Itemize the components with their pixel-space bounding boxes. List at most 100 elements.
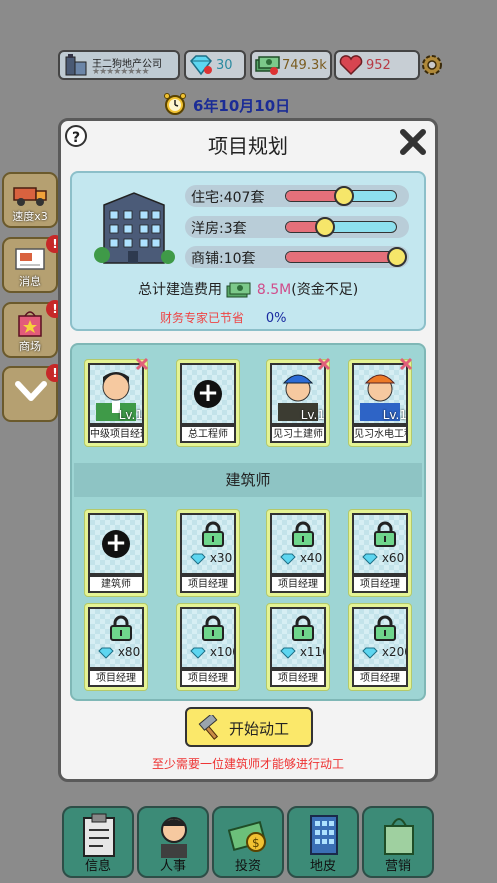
- nav-label: 投资: [234, 859, 261, 874]
- slider-track-villa[interactable]: [285, 221, 397, 233]
- date-text: 6年10月10日: [193, 97, 291, 115]
- sidebar-item-messages[interactable]: ! 消息: [2, 235, 64, 293]
- nav-label: 营销: [384, 859, 411, 874]
- slot-frame: x60: [352, 513, 408, 575]
- heart-value: 952: [366, 58, 391, 73]
- architect-slot-locked[interactable]: x200 项目经理: [348, 603, 412, 691]
- slot-caption: 项目经理: [88, 669, 144, 687]
- staff-slot-manager[interactable]: Lv.1 中级项目经理: [84, 356, 150, 447]
- truck-icon: [13, 187, 47, 206]
- alarm-clock-icon: [164, 93, 186, 115]
- nav-marketing[interactable]: 营销: [362, 806, 434, 878]
- lock-icon: [374, 521, 396, 547]
- start-construction-button[interactable]: 开始动工: [185, 707, 313, 747]
- remove-icon[interactable]: [316, 356, 332, 372]
- price-value: x110: [299, 645, 324, 659]
- staff-level: Lv.1: [382, 408, 407, 422]
- mail-icon: [15, 248, 45, 270]
- nav-info[interactable]: 信息: [62, 806, 134, 878]
- slider-knob-villa[interactable]: [315, 217, 336, 237]
- cash-icon: [226, 282, 251, 298]
- remove-icon[interactable]: [134, 356, 150, 372]
- hammer-icon: [198, 715, 219, 740]
- staff-caption: 见习土建师: [270, 425, 326, 443]
- warning-text: 至少需要一位建筑师才能够进行动工: [151, 757, 344, 771]
- top-bar: 王二狗地产公司 ★★★★★★★★ 30 749.3k 952: [58, 50, 442, 82]
- savings-label: 财务专家已节省: [160, 311, 245, 325]
- staff-portrait-frame: +: [180, 363, 236, 425]
- gem-counter[interactable]: 30: [184, 50, 246, 80]
- add-icon: +: [194, 380, 222, 408]
- slider-knob-shops[interactable]: [387, 247, 407, 267]
- chevron-down-icon: [15, 381, 47, 401]
- remove-icon[interactable]: [398, 356, 414, 372]
- slot-caption: 项目经理: [180, 575, 236, 593]
- price-value: x40: [299, 551, 323, 565]
- money-icon: $: [228, 820, 267, 852]
- unlock-price: x60: [362, 551, 404, 565]
- gem-value: 30: [216, 58, 233, 73]
- finance-savings: 财务专家已节省 0%: [160, 309, 286, 326]
- architect-slot-locked[interactable]: x40 项目经理: [266, 509, 330, 597]
- architect-slot-locked[interactable]: x100 项目经理: [176, 603, 240, 691]
- nav-personnel[interactable]: 人事: [137, 806, 209, 878]
- architect-slot-locked[interactable]: x60 项目经理: [348, 509, 412, 597]
- nav-invest[interactable]: $ 投资: [212, 806, 284, 878]
- price-value: x80: [117, 645, 141, 659]
- staff-level: Lv.1: [300, 408, 325, 422]
- slot-frame: x100: [180, 607, 236, 669]
- heart-icon: [339, 55, 363, 76]
- company-badge[interactable]: 王二狗地产公司 ★★★★★★★★: [58, 50, 180, 80]
- slot-frame: x110: [270, 607, 326, 669]
- nav-label: 地皮: [309, 859, 336, 874]
- architect-slot-locked[interactable]: x110 项目经理: [266, 603, 330, 691]
- unlock-price: x30: [190, 551, 232, 565]
- slot-caption: 项目经理: [352, 669, 408, 687]
- close-icon[interactable]: [397, 126, 429, 158]
- diamond-icon: [362, 647, 378, 659]
- person-icon: [161, 817, 187, 858]
- shopping-bag-icon: [18, 311, 42, 337]
- price-value: x100: [209, 645, 234, 659]
- company-stars: ★★★★★★★★: [92, 67, 150, 77]
- staff-caption: 总工程师: [180, 425, 236, 443]
- section-architects: 建筑师: [74, 463, 422, 497]
- lock-icon: [202, 615, 224, 641]
- slider-track-shops[interactable]: [285, 251, 397, 263]
- slider-label-shops: 商铺:10套: [191, 251, 256, 267]
- heart-counter[interactable]: 952: [334, 50, 420, 80]
- slot-caption: 项目经理: [180, 669, 236, 687]
- lock-icon: [202, 521, 224, 547]
- cost-value: 8.5M: [256, 282, 292, 298]
- lock-icon: [292, 521, 314, 547]
- architect-slot-add[interactable]: + 建筑师: [84, 509, 148, 597]
- slider-knob-residential[interactable]: [334, 186, 355, 206]
- slot-caption: 项目经理: [270, 575, 326, 593]
- sidebar-item-collapse[interactable]: !: [2, 364, 64, 422]
- sidebar-item-shop[interactable]: ! 商场: [2, 300, 64, 358]
- diamond-icon: [190, 647, 206, 659]
- nav-land[interactable]: 地皮: [287, 806, 359, 878]
- architect-slot-locked[interactable]: x80 项目经理: [84, 603, 148, 691]
- lock-icon: [110, 615, 132, 641]
- price-value: x200: [381, 645, 406, 659]
- cost-note: (资金不足): [291, 282, 359, 298]
- diamond-icon: [190, 553, 206, 565]
- sidebar-item-speed[interactable]: 速度x3: [2, 172, 58, 228]
- price-value: x60: [381, 551, 405, 565]
- staff-slot-civil-engineer[interactable]: Lv.1 见习土建师: [266, 356, 332, 447]
- staff-level: Lv.1: [118, 408, 143, 422]
- project-planning-dialog: ? 项目规划 住宅:407套 洋房:3套 商铺:10套 总计建造费用 8.5M(…: [58, 118, 438, 782]
- slider-villa: 洋房:3套: [185, 216, 409, 238]
- cash-counter[interactable]: 749.3k: [250, 50, 332, 80]
- gear-icon[interactable]: [420, 53, 444, 77]
- price-value: x30: [209, 551, 233, 565]
- slot-caption: 建筑师: [88, 575, 144, 593]
- slider-residential: 住宅:407套: [185, 185, 409, 207]
- staff-slot-electrical-engineer[interactable]: Lv.1 见习水电工程: [348, 356, 414, 447]
- staff-slot-chief-engineer[interactable]: + 总工程师: [176, 359, 240, 447]
- dialog-title: 项目规划: [208, 134, 288, 158]
- unlock-price: x110: [280, 645, 324, 659]
- sidebar-label-speed: 速度x3: [12, 210, 48, 223]
- architect-slot-locked[interactable]: x30 项目经理: [176, 509, 240, 597]
